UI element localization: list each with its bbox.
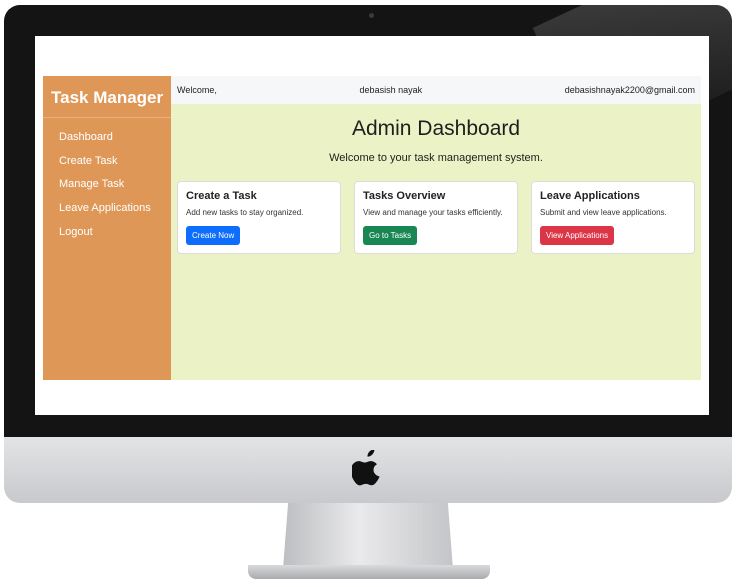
card-create-task: Create a Task Add new tasks to stay orga…: [177, 181, 341, 254]
camera-icon: [369, 13, 374, 18]
go-to-tasks-button[interactable]: Go to Tasks: [363, 226, 418, 245]
create-now-button[interactable]: Create Now: [186, 226, 241, 245]
card-text: View and manage your tasks efficiently.: [363, 208, 503, 217]
monitor-bezel: Task Manager Dashboard Create Task Manag…: [4, 5, 732, 437]
top-bar: Welcome, debasish nayak debasishnayak220…: [171, 76, 701, 104]
sidebar-item-leave-applications[interactable]: Leave Applications: [59, 200, 171, 224]
main-content: Welcome, debasish nayak debasishnayak220…: [171, 76, 701, 380]
user-email: debasishnayak2200@gmail.com: [564, 85, 695, 95]
apple-logo-icon: [352, 450, 380, 486]
monitor-screen: Task Manager Dashboard Create Task Manag…: [35, 36, 709, 415]
sidebar: Task Manager Dashboard Create Task Manag…: [43, 76, 171, 380]
sidebar-item-create-task[interactable]: Create Task: [59, 153, 171, 177]
monitor-stand-base: [248, 565, 490, 579]
brand-title: Task Manager: [43, 76, 171, 118]
sidebar-item-logout[interactable]: Logout: [59, 224, 171, 248]
user-name: debasish nayak: [359, 85, 423, 95]
card-text: Add new tasks to stay organized.: [186, 208, 304, 217]
welcome-text: Welcome,: [177, 85, 217, 95]
card-text: Submit and view leave applications.: [540, 208, 667, 217]
monitor-stand: [283, 503, 453, 569]
card-leave-applications: Leave Applications Submit and view leave…: [531, 181, 695, 254]
page-subtitle: Welcome to your task management system.: [329, 152, 543, 164]
card-title: Leave Applications: [540, 190, 640, 202]
sidebar-item-dashboard[interactable]: Dashboard: [59, 129, 171, 153]
card-row: Create a Task Add new tasks to stay orga…: [177, 181, 695, 254]
page-title: Admin Dashboard: [351, 117, 521, 140]
card-title: Create a Task: [186, 190, 257, 202]
sidebar-item-manage-task[interactable]: Manage Task: [59, 176, 171, 200]
sidebar-nav: Dashboard Create Task Manage Task Leave …: [43, 118, 171, 247]
view-applications-button[interactable]: View Applications: [540, 226, 615, 245]
imac-mockup: Task Manager Dashboard Create Task Manag…: [0, 0, 736, 587]
card-title: Tasks Overview: [363, 190, 446, 202]
card-tasks-overview: Tasks Overview View and manage your task…: [354, 181, 518, 254]
task-manager-app: Task Manager Dashboard Create Task Manag…: [43, 76, 701, 380]
